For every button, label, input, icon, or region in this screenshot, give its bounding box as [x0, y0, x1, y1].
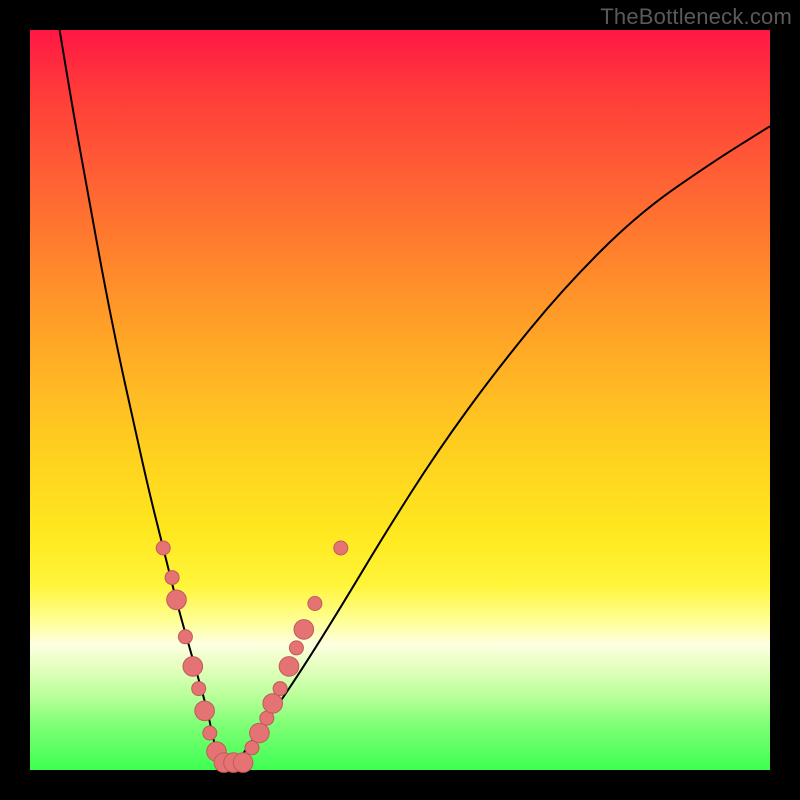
data-marker — [183, 657, 203, 677]
data-marker — [294, 620, 314, 640]
data-marker — [273, 682, 287, 696]
data-marker — [334, 541, 348, 555]
chart-svg — [30, 30, 770, 770]
data-marker — [192, 682, 206, 696]
data-marker — [308, 597, 322, 611]
data-marker — [250, 723, 270, 743]
data-marker — [289, 641, 303, 655]
data-marker — [279, 657, 299, 677]
data-marker — [263, 694, 283, 714]
data-marker — [233, 753, 253, 773]
chart-frame: TheBottleneck.com — [0, 0, 800, 800]
data-marker — [165, 571, 179, 585]
watermark-text: TheBottleneck.com — [600, 4, 792, 30]
bottleneck-curve — [60, 30, 770, 763]
data-marker — [167, 590, 187, 610]
data-marker — [178, 630, 192, 644]
data-marker — [195, 701, 215, 721]
plot-area — [30, 30, 770, 770]
data-marker — [203, 726, 217, 740]
data-marker — [156, 541, 170, 555]
data-markers — [156, 541, 348, 772]
